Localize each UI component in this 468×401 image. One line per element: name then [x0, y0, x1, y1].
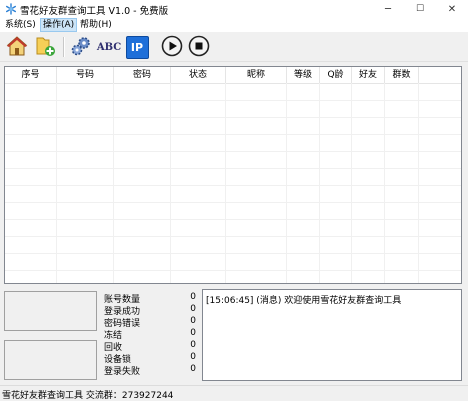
- lower-info-panel: [4, 340, 97, 380]
- window-title: 雪花好友群查询工具 V1.0 - 免费版: [20, 6, 169, 17]
- status-bar: 雪花好友群查询工具 交流群：273927244: [0, 385, 468, 401]
- column-header-status[interactable]: 状态: [171, 67, 226, 83]
- stop-icon: [188, 35, 210, 60]
- close-button[interactable]: ✕: [436, 0, 468, 18]
- grid-row-line: [5, 236, 461, 237]
- toolbar-separator: [63, 37, 65, 57]
- menu-help[interactable]: 帮助(H): [78, 19, 114, 31]
- column-header-password[interactable]: 密码: [114, 67, 171, 83]
- grid-row-line: [5, 185, 461, 186]
- start-button[interactable]: [160, 35, 184, 59]
- toolbar: ABC IP: [0, 33, 468, 62]
- grid-row-line: [5, 202, 461, 203]
- ip-icon: IP: [125, 35, 149, 59]
- grid-row-line: [5, 117, 461, 118]
- settings-button[interactable]: [69, 35, 93, 59]
- home-icon: [6, 35, 28, 60]
- log-line: [15:06:45] (消息) 欢迎使用雪花好友群查询工具: [206, 296, 402, 306]
- add-folder-button[interactable]: [33, 35, 57, 59]
- home-button[interactable]: [5, 35, 29, 59]
- stat-value-frozen: 0: [190, 328, 196, 338]
- column-header-number[interactable]: 号码: [57, 67, 114, 83]
- stop-button[interactable]: [187, 35, 211, 59]
- grid-row-line: [5, 100, 461, 101]
- abc-text-icon: ABC: [96, 41, 122, 53]
- stat-value-account-count: 0: [190, 292, 196, 302]
- grid-row-line: [5, 168, 461, 169]
- title-bar: 雪花好友群查询工具 V1.0 - 免费版 ─ ☐ ✕: [0, 0, 468, 18]
- log-output-box[interactable]: [15:06:45] (消息) 欢迎使用雪花好友群查询工具: [202, 289, 462, 381]
- settings-gears-icon: [70, 35, 92, 60]
- column-header-nickname[interactable]: 昵称: [226, 67, 287, 83]
- account-list-table[interactable]: 序号 号码 密码 状态 昵称 等级 Q龄 好友 群数: [4, 66, 462, 284]
- minimize-button[interactable]: ─: [372, 0, 404, 18]
- grid-row-line: [5, 134, 461, 135]
- menu-operation[interactable]: 操作(A): [40, 18, 78, 32]
- maximize-button[interactable]: ☐: [404, 0, 436, 18]
- add-folder-icon: [34, 35, 56, 60]
- stat-value-login-success: 0: [190, 304, 196, 314]
- grid-row-line: [5, 270, 461, 271]
- grid-row-line: [5, 151, 461, 152]
- stat-value-login-failed: 0: [190, 364, 196, 374]
- column-header-index[interactable]: 序号: [5, 67, 57, 83]
- grid-row-line: [5, 253, 461, 254]
- stat-value-recycled: 0: [190, 340, 196, 350]
- stat-value-device-lock: 0: [190, 352, 196, 362]
- stat-value-password-error: 0: [190, 316, 196, 326]
- grid-row-line: [5, 219, 461, 220]
- stat-label-login-failed: 登录失败: [104, 367, 141, 377]
- play-icon: [161, 35, 183, 60]
- menu-bar: 系统(S) 操作(A) 帮助(H): [0, 18, 468, 32]
- column-header-level[interactable]: 等级: [287, 67, 320, 83]
- column-header-friends[interactable]: 好友: [352, 67, 385, 83]
- ip-button[interactable]: IP: [125, 35, 149, 59]
- column-header-qq-age[interactable]: Q龄: [320, 67, 352, 83]
- table-header: 序号 号码 密码 状态 昵称 等级 Q龄 好友 群数: [5, 67, 461, 84]
- column-header-groups[interactable]: 群数: [385, 67, 419, 83]
- status-text: 雪花好友群查询工具 交流群：273927244: [2, 391, 174, 401]
- abc-text-button[interactable]: ABC: [96, 35, 122, 59]
- menu-system[interactable]: 系统(S): [3, 19, 38, 31]
- snowflake-app-icon: [5, 3, 17, 15]
- upper-info-panel: [4, 291, 97, 331]
